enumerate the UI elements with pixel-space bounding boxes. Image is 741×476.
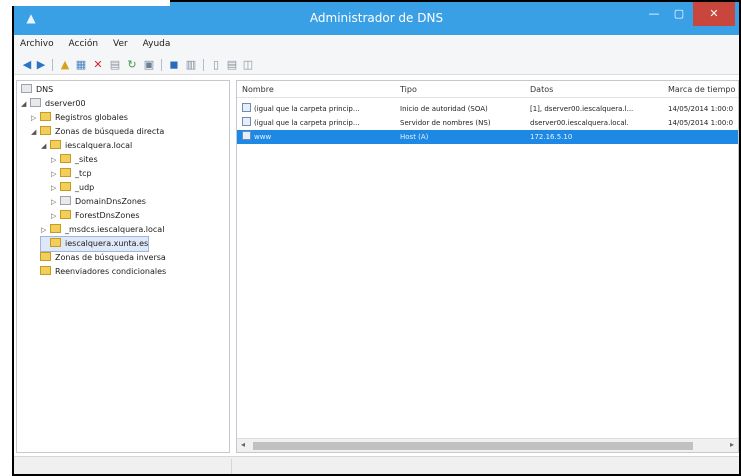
tree-item-tcp[interactable]: ▷ _tcp bbox=[51, 167, 92, 181]
table-row-selected[interactable]: www Host (A) 172.16.5.10 bbox=[237, 130, 738, 144]
expand-icon[interactable]: ▷ bbox=[51, 209, 60, 223]
dns-icon bbox=[21, 84, 32, 93]
zone-icon[interactable]: ▤ bbox=[225, 58, 239, 72]
tree-item-forestdnszones[interactable]: ▷ ForestDnsZones bbox=[51, 209, 139, 223]
menu-ver[interactable]: Ver bbox=[107, 35, 134, 53]
collapse-icon[interactable]: ◢ bbox=[41, 139, 50, 153]
expand-icon[interactable]: ▷ bbox=[51, 167, 60, 181]
help-icon[interactable]: ◼ bbox=[167, 58, 181, 72]
toolbar: ◀ ▶ ▲ ▦ ✕ ▤ ↻ ▣ ◼ ▥ ▯ ▤ ◫ bbox=[14, 55, 739, 75]
folder-icon bbox=[60, 210, 71, 219]
tree-item-msdcs[interactable]: ▷ _msdcs.iescalquera.local bbox=[41, 223, 164, 237]
record-icon[interactable]: ◫ bbox=[241, 58, 255, 72]
zone-folder-icon bbox=[50, 238, 61, 247]
properties-icon[interactable]: ▤ bbox=[108, 58, 122, 72]
tree-item-sites[interactable]: ▷ _sites bbox=[51, 153, 98, 167]
window-title: Administrador de DNS bbox=[309, 11, 444, 25]
expand-icon[interactable]: ▷ bbox=[51, 181, 60, 195]
minimize-button[interactable]: — bbox=[642, 2, 666, 26]
table-row[interactable]: (igual que la carpeta princip... Servido… bbox=[237, 116, 738, 130]
show-tree-icon[interactable]: ▦ bbox=[74, 58, 88, 72]
export-list-icon[interactable]: ▣ bbox=[142, 58, 156, 72]
maximize-button[interactable]: ▢ bbox=[667, 2, 691, 26]
tree-item-zone-local[interactable]: ◢ iescalquera.local bbox=[41, 139, 132, 153]
toolbar-separator bbox=[52, 59, 53, 71]
records-list: Nombre Tipo Datos Marca de tiempo (igual… bbox=[236, 80, 739, 453]
folder-icon bbox=[40, 252, 51, 261]
zone-folder-icon bbox=[50, 224, 61, 233]
tree-item-dns[interactable]: DNS bbox=[21, 83, 53, 97]
column-marca-de-tiempo[interactable]: Marca de tiempo bbox=[668, 85, 735, 94]
menu-accion[interactable]: Acción bbox=[63, 35, 105, 53]
expand-icon[interactable]: ▷ bbox=[51, 153, 60, 167]
server-icon bbox=[30, 98, 41, 107]
dns-manager-window: ▲ Administrador de DNS — ▢ ✕ Archivo Acc… bbox=[12, 0, 741, 476]
column-nombre[interactable]: Nombre bbox=[242, 85, 274, 94]
zone-folder-icon bbox=[50, 140, 61, 149]
record-icon bbox=[242, 131, 251, 140]
folder-icon bbox=[40, 112, 51, 121]
scroll-thumb[interactable] bbox=[253, 442, 693, 450]
console-tree: DNS ◢ dserver00 ▷ Registros globales ◢ Zona… bbox=[16, 80, 230, 453]
expand-icon[interactable]: ▷ bbox=[51, 195, 60, 209]
delete-icon[interactable]: ✕ bbox=[91, 58, 105, 72]
forward-icon[interactable]: ▶ bbox=[34, 58, 48, 72]
tree-item-conditional[interactable]: Reenviadores condicionales bbox=[31, 265, 166, 279]
toolbar-separator bbox=[161, 59, 162, 71]
column-tipo[interactable]: Tipo bbox=[400, 85, 417, 94]
folder-icon bbox=[60, 196, 71, 205]
column-datos[interactable]: Datos bbox=[530, 85, 553, 94]
title-bar[interactable]: ▲ Administrador de DNS — ▢ ✕ bbox=[14, 2, 739, 35]
scroll-right-icon[interactable]: ▸ bbox=[730, 440, 734, 449]
record-icon bbox=[242, 103, 251, 112]
folder-icon bbox=[60, 154, 71, 163]
expand-icon[interactable]: ▷ bbox=[41, 223, 50, 237]
tree-item-reverse-zones[interactable]: Zonas de búsqueda inversa bbox=[31, 251, 166, 265]
folder-icon bbox=[40, 126, 51, 135]
tree-item-forward-zones[interactable]: ◢ Zonas de búsqueda directa bbox=[31, 125, 164, 139]
menu-bar: Archivo Acción Ver Ayuda bbox=[14, 35, 739, 55]
folder-icon bbox=[40, 266, 51, 275]
scroll-left-icon[interactable]: ◂ bbox=[241, 440, 245, 449]
horizontal-scrollbar[interactable]: ◂ ▸ bbox=[237, 438, 738, 452]
status-panel bbox=[14, 459, 232, 474]
list-header: Nombre Tipo Datos Marca de tiempo bbox=[237, 81, 738, 98]
tree-item-server[interactable]: ◢ dserver00 bbox=[21, 97, 86, 111]
folder-icon bbox=[60, 168, 71, 177]
collapse-icon[interactable]: ◢ bbox=[31, 125, 40, 139]
menu-ayuda[interactable]: Ayuda bbox=[137, 35, 177, 53]
details-icon[interactable]: ▥ bbox=[184, 58, 198, 72]
toolbar-separator bbox=[203, 59, 204, 71]
tree-item-global-logs[interactable]: ▷ Registros globales bbox=[31, 111, 128, 125]
server-icon[interactable]: ▯ bbox=[209, 58, 223, 72]
record-icon bbox=[242, 117, 251, 126]
menu-archivo[interactable]: Archivo bbox=[14, 35, 60, 53]
cropped-edge bbox=[0, 0, 170, 6]
close-button[interactable]: ✕ bbox=[693, 2, 735, 26]
tree-item-domaindnszones[interactable]: ▷ DomainDnsZones bbox=[51, 195, 146, 209]
up-folder-icon[interactable]: ▲ bbox=[58, 58, 72, 72]
tree-item-udp[interactable]: ▷ _udp bbox=[51, 181, 94, 195]
expand-icon[interactable]: ▷ bbox=[31, 111, 40, 125]
table-row[interactable]: (igual que la carpeta princip... Inicio … bbox=[237, 102, 738, 116]
folder-icon bbox=[60, 182, 71, 191]
status-bar bbox=[14, 456, 739, 474]
refresh-icon[interactable]: ↻ bbox=[125, 58, 139, 72]
tree-item-xunta[interactable]: iescalquera.xunta.es bbox=[39, 236, 150, 252]
back-icon[interactable]: ◀ bbox=[20, 58, 34, 72]
collapse-icon[interactable]: ◢ bbox=[21, 97, 30, 111]
